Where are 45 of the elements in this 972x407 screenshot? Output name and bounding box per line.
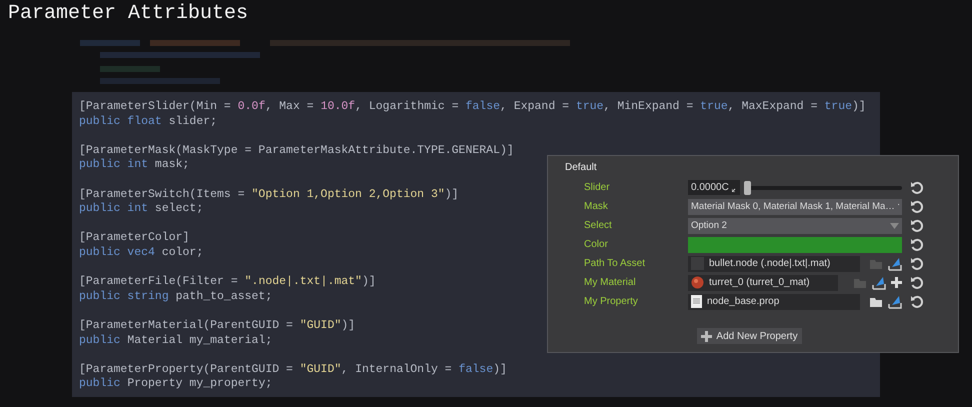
property-label: Mask	[583, 201, 609, 212]
value-field[interactable]: 0.0000C	[688, 180, 740, 195]
code-line: public Property my_property;	[79, 377, 272, 392]
slider-thumb[interactable]	[744, 180, 751, 194]
code-line: public Material my_material;	[79, 334, 272, 348]
color-swatch[interactable]	[688, 236, 902, 252]
group-header: Default	[565, 162, 597, 175]
reset-icon[interactable]	[910, 180, 924, 194]
reset-icon[interactable]	[910, 256, 924, 270]
property-label: Path To Asset	[583, 258, 646, 269]
property-label: My Material	[583, 277, 637, 288]
plus-icon[interactable]	[891, 277, 902, 288]
material-thumbnail-icon	[691, 276, 704, 289]
code-line: public string path_to_asset;	[79, 290, 272, 304]
code-line: [ParameterSwitch(Items = "Option 1,Option 2,Option 3")]	[79, 188, 459, 202]
reset-icon[interactable]	[910, 294, 924, 308]
code-line: [ParameterColor]	[79, 231, 190, 246]
code-line: public int select;	[79, 202, 204, 217]
code-line: public float slider;	[79, 114, 218, 130]
reset-icon[interactable]	[910, 238, 924, 252]
asset-field[interactable]: node_base.prop	[688, 294, 860, 310]
property-label: Color	[583, 239, 609, 250]
plus-icon	[701, 330, 712, 342]
code-line: [ParameterSlider(Min = 0.0f, Max = 10.0f, Logarithmic = false, Expand = true, MinExpand = true, MaxExpand = true)]	[79, 100, 866, 115]
asset-field[interactable]: turret_0 (turret_0_mat)	[688, 274, 838, 290]
folder-icon[interactable]	[869, 296, 883, 308]
property-label: Slider	[583, 182, 611, 193]
document-icon	[691, 295, 702, 308]
code-line: public vec4 color;	[79, 246, 204, 261]
code-line: [ParameterProperty(ParentGUID = "GUID", InternalOnly = false)]	[79, 362, 507, 378]
code-line: public int mask;	[79, 158, 190, 173]
reset-icon[interactable]	[910, 218, 924, 232]
property-label: Select	[583, 220, 613, 231]
code-line: [ParameterMask(MaskType = ParameterMaskAttribute.TYPE.GENERAL)]	[79, 144, 514, 158]
dropdown[interactable]: Material Mask 0, Material Mask 1, Material Ma…	[688, 198, 902, 214]
reset-icon[interactable]	[910, 276, 924, 290]
reset-icon[interactable]	[910, 200, 924, 214]
property-label: My Property	[583, 296, 639, 307]
page-title: Parameter Attributes	[8, 2, 248, 25]
code-line: [ParameterMaterial(ParentGUID = "GUID")]	[79, 318, 356, 334]
add-property-button[interactable]: Add New Property	[697, 328, 802, 344]
asset-field[interactable]: bullet.node (.node|.txt|.mat)	[688, 256, 860, 272]
dropdown[interactable]: Option 2	[688, 218, 902, 234]
caret-icon	[890, 222, 899, 228]
code-line: [ParameterFile(Filter = ".node|.txt|.mat")]	[79, 275, 376, 290]
